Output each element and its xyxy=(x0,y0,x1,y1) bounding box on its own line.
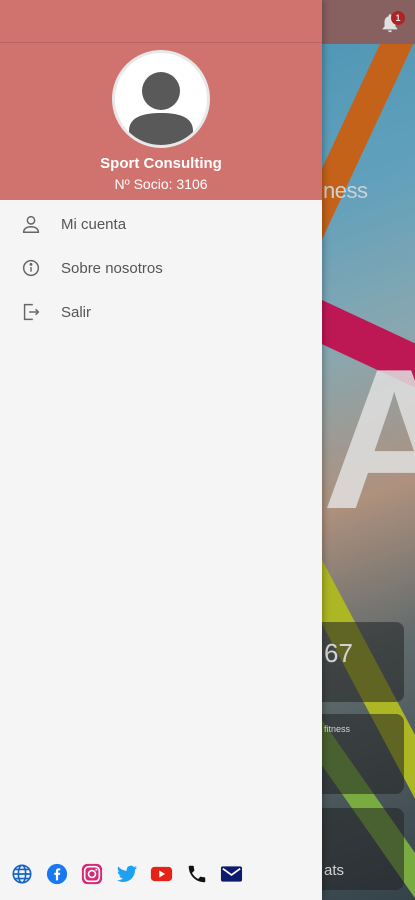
navigation-drawer: Sport Consulting Nº Socio: 3106 Mi cuent… xyxy=(0,0,322,900)
social-links xyxy=(10,860,243,888)
logout-icon xyxy=(20,301,42,323)
info-icon xyxy=(20,257,42,279)
avatar[interactable] xyxy=(112,50,210,148)
menu-item-mi-cuenta[interactable]: Mi cuenta xyxy=(0,202,322,246)
member-number: Nº Socio: 3106 xyxy=(114,176,208,192)
facebook-icon[interactable] xyxy=(45,863,68,886)
avatar-person-icon xyxy=(129,72,193,145)
phone-icon[interactable] xyxy=(185,863,208,886)
menu-item-salir[interactable]: Salir xyxy=(0,290,322,334)
drawer-header: Sport Consulting Nº Socio: 3106 xyxy=(0,0,322,200)
menu-item-sobre-nosotros[interactable]: Sobre nosotros xyxy=(0,246,322,290)
mail-icon[interactable] xyxy=(220,863,243,886)
user-icon xyxy=(20,213,42,235)
menu-label-salir: Salir xyxy=(61,303,92,321)
menu-label-mi-cuenta: Mi cuenta xyxy=(61,215,127,233)
user-name: Sport Consulting xyxy=(100,155,222,172)
menu-label-sobre-nosotros: Sobre nosotros xyxy=(61,259,163,277)
header-divider xyxy=(0,42,322,43)
instagram-icon[interactable] xyxy=(80,863,103,886)
twitter-icon[interactable] xyxy=(115,863,138,886)
globe-icon[interactable] xyxy=(10,863,33,886)
youtube-icon[interactable] xyxy=(150,863,173,886)
